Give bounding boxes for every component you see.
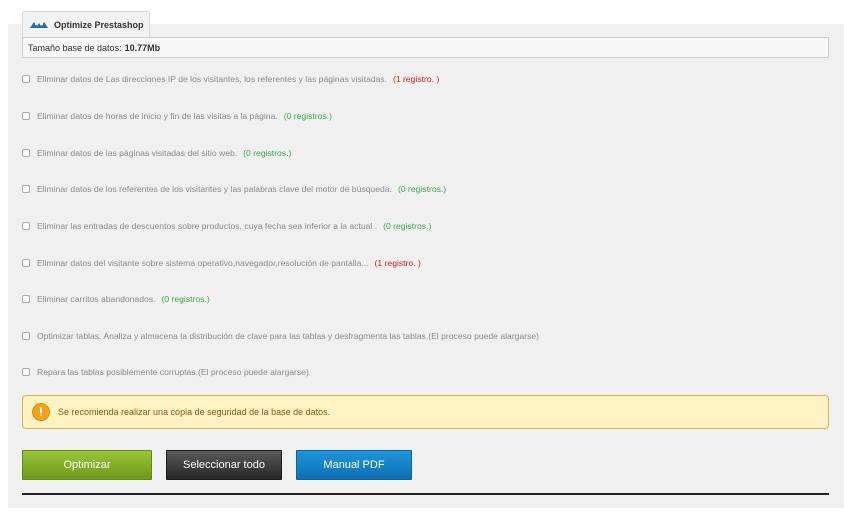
option-delete-visitor-os-data: Eliminar datos del visitante sobre siste… <box>22 256 421 270</box>
divider <box>22 493 829 495</box>
db-size-box: Tamaño base de datos: 10.77Mb <box>22 37 829 58</box>
option-label: Eliminar datos de horas de inicio y fin … <box>37 111 278 121</box>
select-all-button[interactable]: Seleccionar todo <box>166 450 282 480</box>
db-size-label: Tamaño base de datos: <box>28 42 122 53</box>
option-label: Optimizar tablas. Analiza y almacena la … <box>37 331 540 341</box>
option-delete-abandoned-carts: Eliminar carritos abandonados. (0 regist… <box>22 292 210 306</box>
checkbox[interactable] <box>22 185 30 193</box>
tab-label: Optimize Prestashop <box>54 19 144 30</box>
prestashop-logo-icon <box>30 21 48 28</box>
record-count: (0 registros.) <box>397 184 447 194</box>
record-count: (0 registros.) <box>383 221 432 231</box>
option-label: Eliminar carritos abandonados. <box>37 294 156 304</box>
record-count: (1 registro. ) <box>392 74 440 84</box>
checkbox[interactable] <box>22 112 30 120</box>
tab-optimize-prestashop[interactable]: Optimize Prestashop <box>22 11 150 37</box>
option-label: Eliminar datos del visitante sobre siste… <box>37 258 369 268</box>
checkbox[interactable] <box>22 149 30 157</box>
checkbox[interactable] <box>22 295 30 303</box>
option-delete-visited-pages: Eliminar datos de las páginas visitadas … <box>22 146 291 160</box>
manual-pdf-button[interactable]: Manual PDF <box>296 450 412 480</box>
checkbox[interactable] <box>22 75 30 83</box>
option-label: Repara las tablas posiblemente corruptas… <box>37 367 309 377</box>
backup-warning: ! Se recomienda realizar una copia de se… <box>22 395 829 429</box>
record-count: (0 registros.) <box>243 148 292 158</box>
warning-icon: ! <box>32 403 50 421</box>
record-count: (0 registros.) <box>161 294 210 304</box>
option-optimize-tables: Optimizar tablas. Analiza y almacena la … <box>22 329 539 343</box>
option-repair-tables: Repara las tablas posiblemente corruptas… <box>22 365 309 379</box>
db-size-value: 10.77Mb <box>124 42 161 53</box>
checkbox[interactable] <box>22 222 30 230</box>
checkbox[interactable] <box>22 259 30 267</box>
optimize-button[interactable]: Optimizar <box>22 450 152 480</box>
checkbox[interactable] <box>22 332 30 340</box>
option-delete-visit-times: Eliminar datos de horas de inicio y fin … <box>22 109 332 123</box>
checkbox[interactable] <box>22 368 30 376</box>
option-delete-referrers: Eliminar datos de los referentes de los … <box>22 182 446 196</box>
option-label: Eliminar datos de Las direcciones IP de … <box>37 74 387 84</box>
option-label: Eliminar datos de los referentes de los … <box>37 184 392 194</box>
record-count: (1 registro. ) <box>374 258 421 268</box>
option-label: Eliminar datos de las páginas visitadas … <box>37 148 238 158</box>
option-label: Eliminar las entradas de descuentos sobr… <box>37 221 378 231</box>
option-delete-discounts: Eliminar las entradas de descuentos sobr… <box>22 219 431 233</box>
option-delete-ip-data: Eliminar datos de Las direcciones IP de … <box>22 72 439 86</box>
warning-text: Se recomienda realizar una copia de segu… <box>58 407 331 417</box>
record-count: (0 registros.) <box>283 111 332 121</box>
